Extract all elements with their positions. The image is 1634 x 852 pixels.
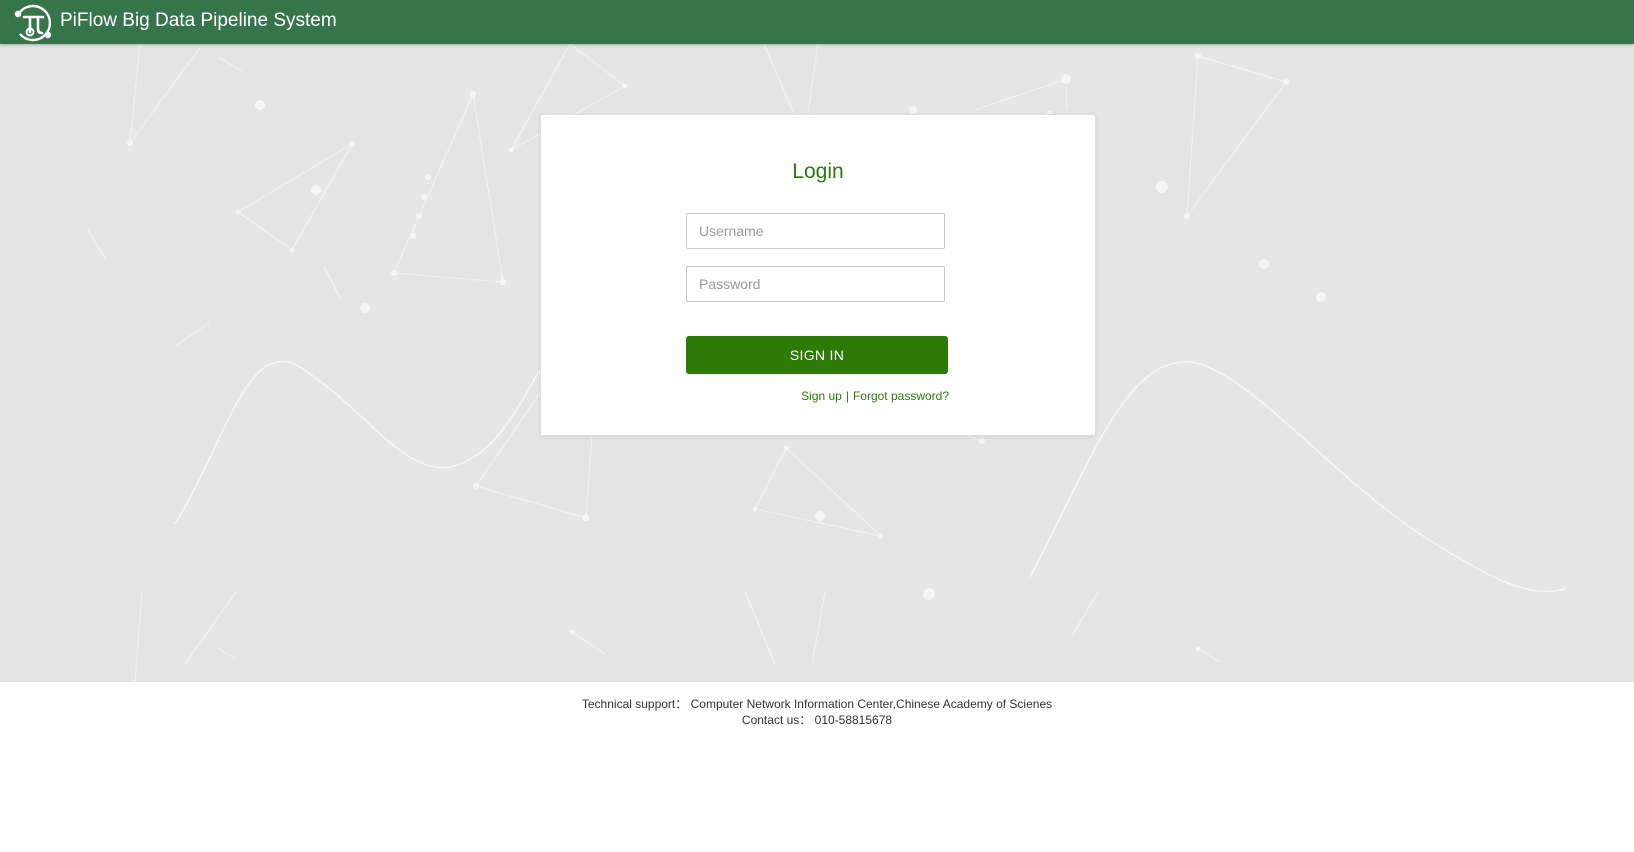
app-title: PiFlow Big Data Pipeline System: [60, 10, 337, 31]
support-label: Technical support：: [581, 697, 688, 711]
page-footer: Technical support： Computer Network Info…: [0, 696, 1634, 728]
login-title: Login: [792, 160, 844, 183]
login-card: Login SIGN IN Sign up| Forgot password?: [540, 114, 1096, 436]
top-header: PiFlow Big Data Pipeline System: [0, 0, 1634, 44]
sign-in-button[interactable]: SIGN IN: [686, 336, 948, 374]
username-input[interactable]: [686, 213, 945, 249]
contact-value: 010-58815678: [814, 713, 893, 727]
support-value: Computer Network Information Center,Chin…: [690, 697, 1053, 711]
sign-up-link[interactable]: Sign up: [801, 389, 842, 403]
technical-support-line: Technical support： Computer Network Info…: [0, 696, 1634, 712]
contact-line: Contact us： 010-58815678: [0, 712, 1634, 728]
link-separator: |: [845, 389, 849, 403]
forgot-password-link[interactable]: Forgot password?: [853, 389, 949, 403]
contact-label: Contact us：: [741, 713, 812, 727]
auth-links: Sign up | Forgot password?: [801, 389, 949, 403]
pi-logo-icon: [14, 4, 52, 42]
password-input[interactable]: [686, 266, 945, 302]
